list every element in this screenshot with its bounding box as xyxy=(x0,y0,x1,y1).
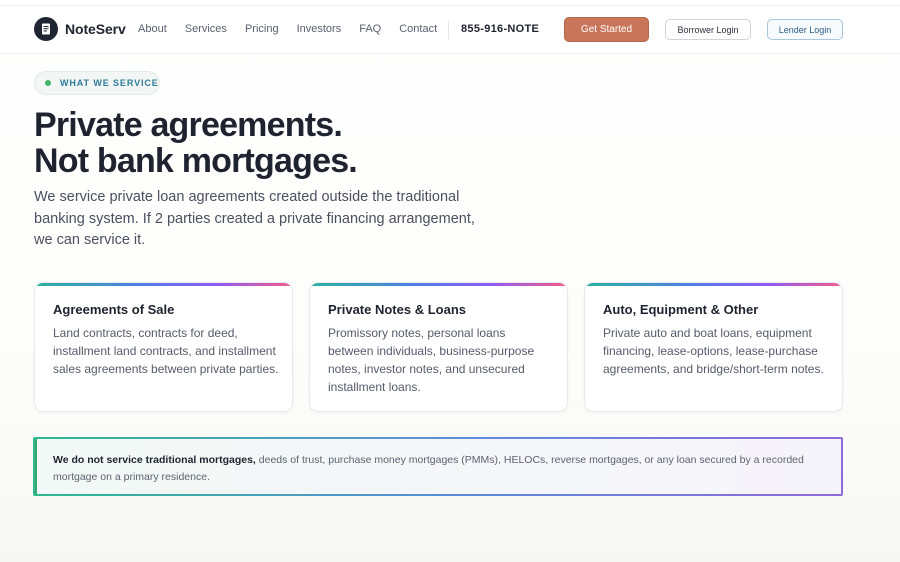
card-accent-bar xyxy=(35,283,292,286)
page-title-line-2: Not bank mortgages. xyxy=(34,142,358,180)
lender-login-button[interactable]: Lender Login xyxy=(767,19,843,40)
exclusion-notice-content: We do not service traditional mortgages,… xyxy=(35,439,841,494)
nav-link-pricing[interactable]: Pricing xyxy=(245,23,279,35)
nav-link-investors[interactable]: Investors xyxy=(297,23,342,35)
document-icon xyxy=(34,17,58,41)
card-body: Private auto and boat loans, equipment f… xyxy=(603,326,824,376)
card-accent-bar xyxy=(310,283,567,286)
card-accent-bar xyxy=(585,283,842,286)
exclusion-notice: We do not service traditional mortgages,… xyxy=(33,437,843,496)
card-body: Land contracts, contracts for deed, inst… xyxy=(53,326,279,376)
status-dot-icon xyxy=(45,80,51,86)
card-title: Agreements of Sale xyxy=(53,302,175,317)
nav-link-services[interactable]: Services xyxy=(185,23,227,35)
borrower-login-button[interactable]: Borrower Login xyxy=(665,19,751,40)
brand-logo[interactable]: NoteServ xyxy=(34,17,126,41)
page-title-line-1: Private agreements. xyxy=(34,106,343,144)
card-auto-equipment-other: Auto, Equipment & Other Private auto and… xyxy=(584,282,843,412)
brand-name: NoteServ xyxy=(65,21,126,37)
section-badge: WHAT WE SERVICE xyxy=(34,71,160,95)
card-title: Private Notes & Loans xyxy=(328,302,466,317)
page-title: Private agreements. Not bank mortgages. xyxy=(34,107,554,179)
nav-divider xyxy=(448,21,449,39)
nav-link-contact[interactable]: Contact xyxy=(399,23,437,35)
phone-number[interactable]: 855-916-NOTE xyxy=(461,23,539,35)
card-body: Promissory notes, personal loans between… xyxy=(328,326,535,394)
card-private-notes-loans: Private Notes & Loans Promissory notes, … xyxy=(309,282,568,412)
primary-nav: About Services Pricing Investors FAQ Con… xyxy=(138,23,455,35)
top-navbar: NoteServ About Services Pricing Investor… xyxy=(0,6,900,54)
notice-strong-text: We do not service traditional mortgages, xyxy=(53,454,256,466)
hero-subtitle: We service private loan agreements creat… xyxy=(34,189,475,248)
card-title: Auto, Equipment & Other xyxy=(603,302,759,317)
nav-link-faq[interactable]: FAQ xyxy=(359,23,381,35)
get-started-button[interactable]: Get Started xyxy=(564,17,649,42)
nav-link-about[interactable]: About xyxy=(138,23,167,35)
badge-label: WHAT WE SERVICE xyxy=(60,78,159,88)
card-agreements-of-sale: Agreements of Sale Land contracts, contr… xyxy=(34,282,293,412)
